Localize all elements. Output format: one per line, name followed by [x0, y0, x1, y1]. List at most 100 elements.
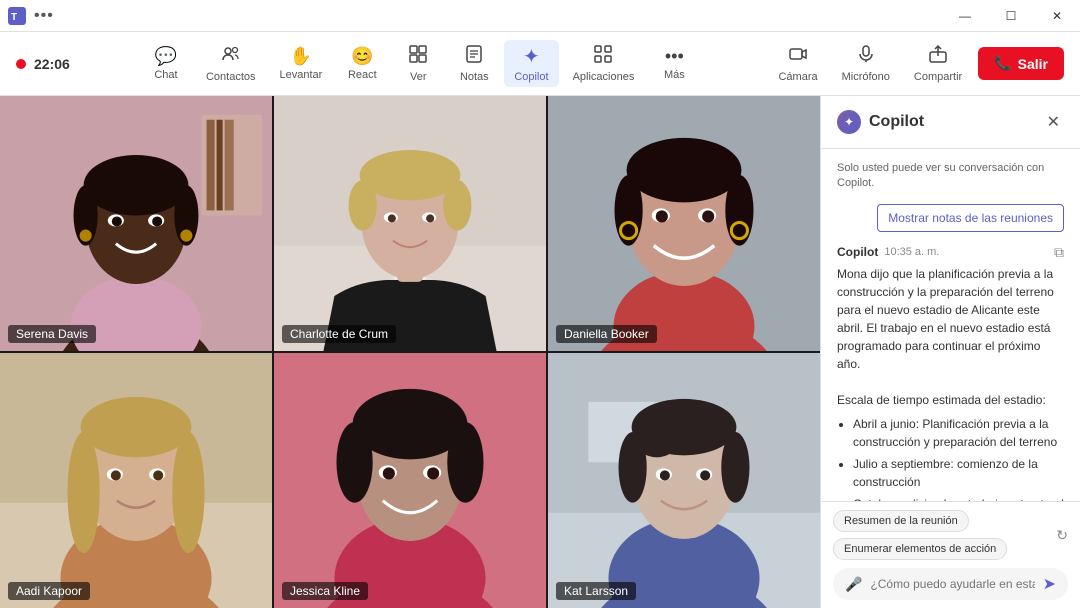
msg-time: 10:35 a. m.: [884, 246, 939, 258]
copilot-body: Solo usted puede ver su conversación con…: [821, 149, 1080, 501]
suggestion-buttons: Resumen de la reunión Enumerar elementos…: [833, 510, 1052, 560]
msg-header: Copilot 10:35 a. m. ⧉: [837, 244, 1064, 261]
more-label: Más: [664, 69, 685, 81]
toolbar-apps[interactable]: Aplicaciones: [563, 40, 645, 87]
svg-text:T: T: [11, 12, 17, 23]
copilot-footer: Resumen de la reunión Enumerar elementos…: [821, 501, 1080, 608]
participant-name-daniella: Daniella Booker: [556, 325, 657, 343]
apps-label: Aplicaciones: [573, 71, 635, 83]
main-content: Serena Davis: [0, 96, 1080, 608]
toolbar-copilot[interactable]: ✦ Copilot: [504, 40, 558, 87]
participant-video-charlotte: [274, 96, 546, 351]
view-icon: [408, 44, 428, 69]
copilot-input[interactable]: [870, 577, 1034, 591]
toolbar-more[interactable]: ••• Más: [648, 42, 700, 85]
contacts-icon: [221, 44, 241, 69]
microphone-label: Micrófono: [842, 71, 890, 83]
toolbar-react[interactable]: 😊 React: [336, 42, 388, 85]
send-button[interactable]: ➤: [1043, 574, 1056, 594]
toolbar-chat[interactable]: 💬 Chat: [140, 42, 192, 85]
copilot-icon: ✦: [837, 110, 861, 134]
copy-message-button[interactable]: ⧉: [1054, 244, 1064, 261]
list-item-1: Abril a junio: Planificación previa a la…: [853, 415, 1064, 451]
video-cell-kat: Kat Larsson: [548, 353, 820, 608]
contacts-label: Contactos: [206, 71, 256, 83]
notes-label: Notas: [460, 71, 489, 83]
react-icon: 😊: [351, 46, 373, 67]
msg-sender: Copilot: [837, 245, 878, 259]
toolbar-raise-hand[interactable]: ✋ Levantar: [270, 42, 333, 85]
copilot-close-button[interactable]: ✕: [1043, 108, 1064, 136]
video-cell-charlotte: Charlotte de Crum: [274, 96, 546, 351]
title-bar: T ••• — ☐ ✕: [0, 0, 1080, 32]
more-icon: •••: [665, 46, 684, 67]
share-icon: [928, 44, 948, 69]
video-cell-daniella: Daniella Booker: [548, 96, 820, 351]
title-bar-left: T •••: [8, 7, 54, 25]
msg-text: Mona dijo que la planificación previa a …: [837, 267, 1054, 371]
msg-list: Abril a junio: Planificación previa a la…: [853, 415, 1064, 501]
minimize-button[interactable]: —: [942, 0, 988, 32]
copilot-title-row: ✦ Copilot: [837, 110, 924, 134]
privacy-note: Solo usted puede ver su conversación con…: [837, 161, 1064, 192]
notes-icon: [464, 44, 484, 69]
copilot-label: Copilot: [514, 71, 548, 83]
video-grid: Serena Davis: [0, 96, 820, 608]
microphone-icon: [856, 44, 876, 69]
copilot-title: Copilot: [869, 113, 924, 131]
video-cell-serena: Serena Davis: [0, 96, 272, 351]
suggestion-action-items-button[interactable]: Enumerar elementos de acción: [833, 538, 1007, 560]
call-timer: 22:06: [34, 56, 70, 72]
participant-video-serena: [0, 96, 272, 351]
suggestion-row: Resumen de la reunión Enumerar elementos…: [833, 510, 1068, 560]
toolbar: 22:06 💬 Chat Contactos ✋ Levantar 😊 Reac…: [0, 32, 1080, 96]
microphone-button[interactable]: Micrófono: [834, 40, 898, 87]
teams-logo-icon: T: [8, 7, 26, 25]
camera-label: Cámara: [778, 71, 817, 83]
participant-name-serena: Serena Davis: [8, 325, 96, 343]
copilot-input-row: 🎤 ➤: [833, 568, 1068, 600]
share-button[interactable]: Compartir: [906, 40, 970, 87]
refresh-suggestions-button[interactable]: ↻: [1056, 527, 1068, 544]
video-cell-jessica: Jessica Kline: [274, 353, 546, 608]
camera-icon: [788, 44, 808, 69]
window-controls: — ☐ ✕: [942, 0, 1080, 32]
view-label: Ver: [410, 71, 427, 83]
participant-video-kat: [548, 353, 820, 608]
participant-name-aadi: Aadi Kapoor: [8, 582, 90, 600]
copilot-toolbar-icon: ✦: [523, 44, 540, 69]
copilot-header: ✦ Copilot ✕: [821, 96, 1080, 149]
input-mic-button[interactable]: 🎤: [845, 576, 862, 593]
share-label: Compartir: [914, 71, 962, 83]
title-bar-menu[interactable]: •••: [34, 7, 54, 25]
toolbar-notes[interactable]: Notas: [448, 40, 500, 87]
msg-body: Mona dijo que la planificación previa a …: [837, 265, 1064, 501]
participant-video-jessica: [274, 353, 546, 608]
video-cell-aadi: Aadi Kapoor: [0, 353, 272, 608]
toolbar-right: Cámara Micrófono Compartir 📞 Salir: [770, 40, 1064, 87]
react-label: React: [348, 69, 377, 81]
participant-name-jessica: Jessica Kline: [282, 582, 368, 600]
toolbar-contacts[interactable]: Contactos: [196, 40, 266, 87]
camera-button[interactable]: Cámara: [770, 40, 825, 87]
leave-label: Salir: [1018, 56, 1048, 72]
show-notes-button[interactable]: Mostrar notas de las reuniones: [877, 204, 1064, 232]
leave-button[interactable]: 📞 Salir: [978, 47, 1064, 80]
msg-list-title: Escala de tiempo estimada del estadio:: [837, 393, 1046, 407]
toolbar-center: 💬 Chat Contactos ✋ Levantar 😊 React Ver: [140, 40, 700, 87]
toolbar-view[interactable]: Ver: [392, 40, 444, 87]
record-indicator: [16, 59, 26, 69]
suggestion-summary-button[interactable]: Resumen de la reunión: [833, 510, 969, 532]
apps-icon: [593, 44, 613, 69]
maximize-button[interactable]: ☐: [988, 0, 1034, 32]
close-button[interactable]: ✕: [1034, 0, 1080, 32]
list-item-2: Julio a septiembre: comienzo de la const…: [853, 455, 1064, 491]
raise-hand-label: Levantar: [280, 69, 323, 81]
participant-video-aadi: [0, 353, 272, 608]
copy-icon: ⧉: [1054, 244, 1064, 260]
participant-name-charlotte: Charlotte de Crum: [282, 325, 396, 343]
copilot-sparkle-icon: ✦: [844, 115, 854, 129]
raise-hand-icon: ✋: [290, 46, 312, 67]
phone-icon: 📞: [994, 55, 1011, 72]
chat-icon: 💬: [155, 46, 177, 67]
